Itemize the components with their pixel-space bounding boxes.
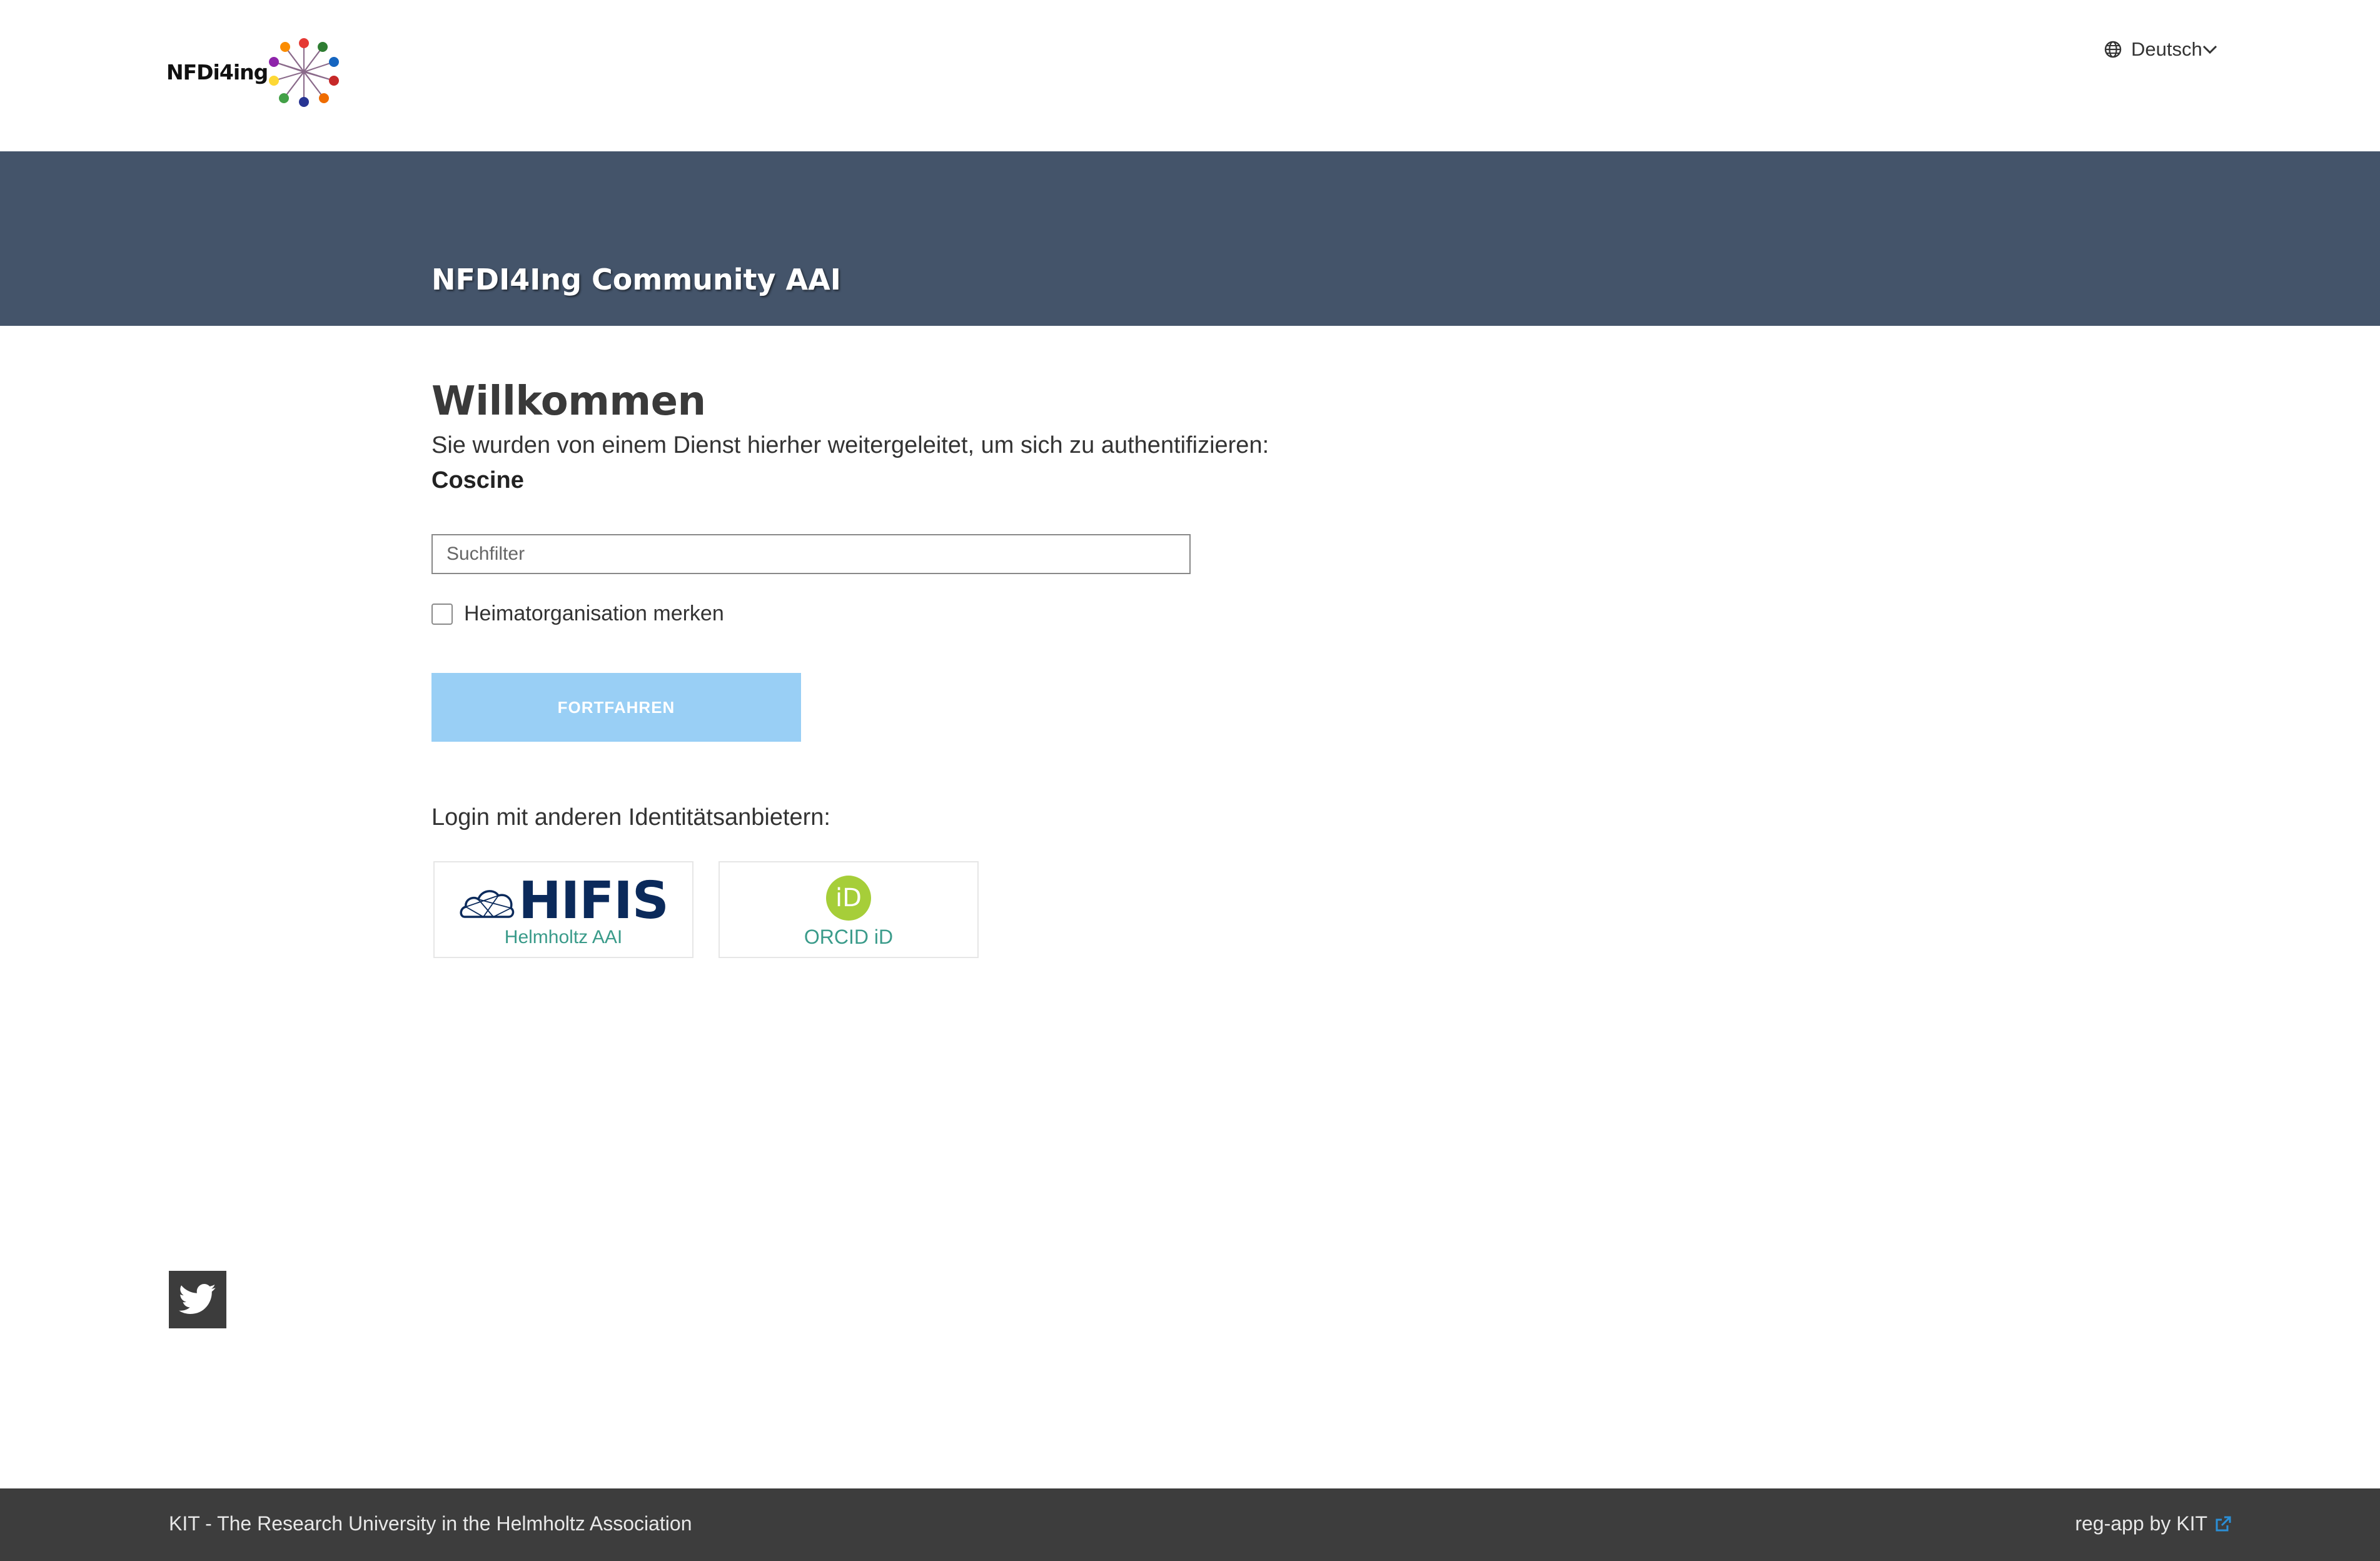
nfdi4ing-logo-icon — [269, 38, 340, 107]
other-providers-label: Login mit anderen Identitätsanbietern: — [431, 804, 830, 831]
service-name: Coscine — [431, 467, 524, 493]
footer-reg-app-label: reg-app by KIT — [2075, 1512, 2207, 1535]
nfdi4ing-logo[interactable]: NFDi4ing — [166, 35, 340, 109]
remember-organisation[interactable]: Heimatorganisation merken — [431, 602, 724, 626]
language-selected-label: Deutsch — [2131, 38, 2202, 60]
hifis-cloud-icon — [460, 889, 515, 918]
top-bar: NFDi4ing Deutsch — [0, 0, 2380, 151]
logo-text: NFDi4ing — [166, 59, 268, 84]
globe-icon — [2104, 41, 2122, 58]
page-banner: NFDI4Ing Community AAI — [0, 151, 2380, 326]
twitter-link[interactable] — [169, 1271, 226, 1328]
twitter-icon — [179, 1284, 216, 1314]
idp-helmholtz-aai-button[interactable]: HIFIS Helmholtz AAI — [433, 861, 693, 958]
external-link-icon — [2216, 1516, 2231, 1531]
orcid-icon-text: iD — [835, 884, 862, 912]
welcome-heading: Willkommen — [431, 378, 706, 425]
idp-orcid-label: ORCID iD — [804, 926, 894, 948]
search-input[interactable] — [431, 534, 1191, 574]
language-selector[interactable]: Deutsch — [2104, 36, 2217, 63]
idp-orcid-button[interactable]: iD ORCID iD — [719, 861, 979, 958]
page-footer: KIT - The Research University in the Hel… — [0, 1488, 2380, 1561]
continue-button[interactable]: FORTFAHREN — [431, 673, 801, 742]
banner-title: NFDI4Ing Community AAI — [431, 263, 841, 296]
hifis-logo-text: HIFIS — [518, 871, 669, 931]
footer-kit-text: KIT - The Research University in the Hel… — [169, 1512, 692, 1535]
chevron-down-icon — [2202, 45, 2217, 54]
redirect-text: Sie wurden von einem Dienst hierher weit… — [431, 432, 1269, 458]
hifis-logo: HIFIS — [458, 871, 669, 931]
orcid-icon: iD — [826, 876, 871, 921]
idp-helmholtz-aai-label: Helmholtz AAI — [504, 926, 623, 947]
remember-label: Heimatorganisation merken — [464, 602, 724, 625]
remember-checkbox[interactable] — [431, 603, 453, 625]
footer-reg-app-link[interactable]: reg-app by KIT — [2075, 1512, 2232, 1535]
